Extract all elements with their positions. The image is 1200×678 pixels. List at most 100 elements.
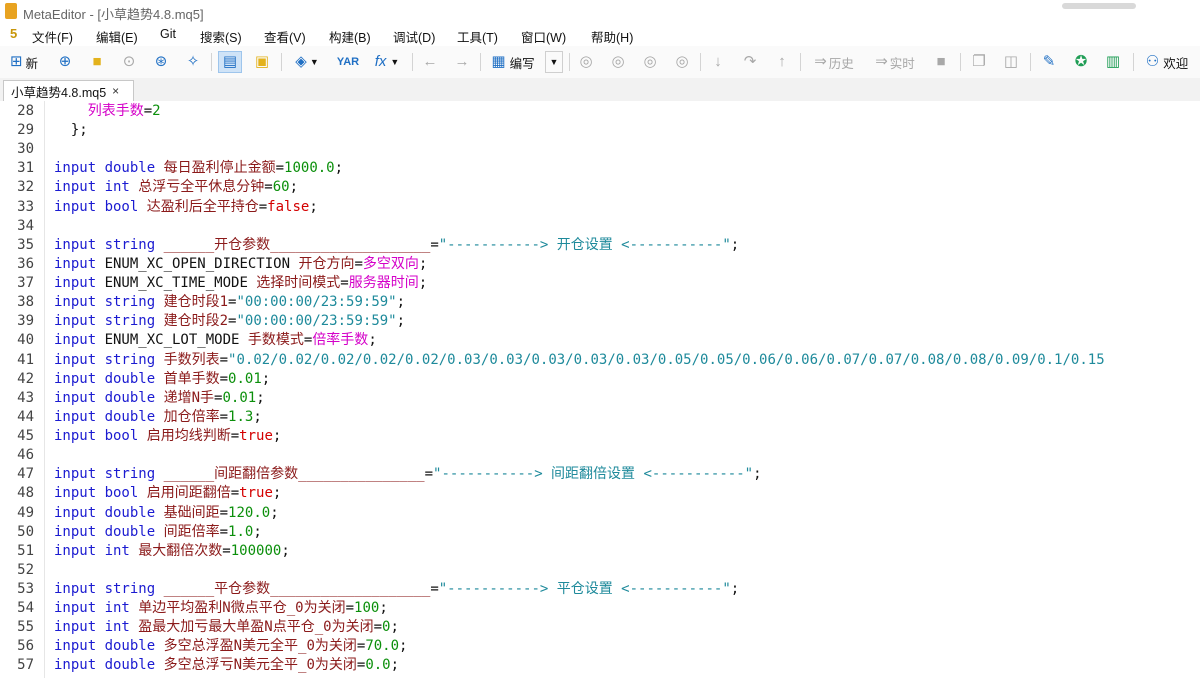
style-button[interactable]: YAR [336, 51, 360, 73]
code-line[interactable]: 46 [0, 446, 1200, 465]
code-line[interactable]: 32 input int 总浮亏全平休息分钟=60; [0, 178, 1200, 197]
code-line[interactable]: 51 input int 最大翻倍次数=100000; [0, 542, 1200, 561]
line-number: 41 [17, 351, 34, 368]
menu-build[interactable]: 构建(B) [329, 27, 371, 46]
toolbox-toggle[interactable]: ▣ [250, 51, 274, 73]
code-token: = [219, 370, 229, 387]
menu-file[interactable]: 文件(F) [32, 27, 73, 46]
code-line[interactable]: 39 input string 建仓时段2="00:00:00/23:59:59"… [0, 312, 1200, 331]
step-over-button[interactable]: ↷ [739, 51, 761, 73]
code-line[interactable]: 42 input double 首单手数=0.01; [0, 370, 1200, 389]
market-button[interactable]: ✪ [1069, 51, 1093, 73]
code-line[interactable]: 41 input string 手数列表="0.02/0.02/0.02/0.02… [0, 351, 1200, 370]
menu-search[interactable]: 搜索(S) [200, 27, 242, 46]
menu-view[interactable]: 查看(V) [264, 27, 306, 46]
code-token: string [104, 236, 164, 253]
start-real-button[interactable]: ◎ [575, 51, 597, 73]
copy-icon: ❐ [972, 53, 986, 70]
line-number: 34 [17, 217, 34, 234]
wizard-dropdown[interactable]: ◈ ▼ [288, 51, 326, 73]
new-button[interactable]: ⊞ 新 [5, 51, 43, 73]
code-line[interactable]: 56 input double 多空总浮盈N美元全平_0为关闭=70.0; [0, 637, 1200, 656]
step-out-button[interactable]: ↑ [771, 51, 793, 73]
step-into-button[interactable]: ↓ [707, 51, 729, 73]
welcome-button[interactable]: ⚇ 欢迎 [1140, 51, 1194, 73]
ai-assistant-button[interactable]: ✧ [182, 51, 204, 73]
new-tab-button[interactable]: ⊕ [54, 51, 76, 73]
title-scroll-indicator [1062, 3, 1136, 9]
code-token: 首单手数 [163, 370, 220, 387]
line-number: 45 [17, 428, 34, 445]
menu-window[interactable]: 窗口(W) [521, 27, 566, 46]
code-line[interactable]: 54 input int 单边平均盈利N微点平仓_0为关闭=100; [0, 599, 1200, 618]
code-line[interactable]: 36 input ENUM_XC_OPEN_DIRECTION 开仓方向=多空双向… [0, 255, 1200, 274]
code-line[interactable]: 34 [0, 217, 1200, 236]
code-line[interactable]: 35 input string ______开仓参数_______________… [0, 236, 1200, 255]
start-history-button[interactable]: ◎ [607, 51, 629, 73]
compile-button[interactable]: ▦ 编写 [487, 51, 539, 73]
code-line[interactable]: 30 [0, 140, 1200, 159]
code-line[interactable]: 55 input int 盈最大加亏最大单盈N点平仓_0为关闭=0; [0, 618, 1200, 637]
download-button[interactable]: ⊙ [118, 51, 140, 73]
code-line[interactable]: 47 input string ______间距翻倍参数_____________… [0, 465, 1200, 484]
history-button[interactable]: ⇒ 历史 [807, 51, 861, 73]
compile-dropdown[interactable]: ▼ [545, 51, 563, 73]
code-line[interactable]: 38 input string 建仓时段1="00:00:00/23:59:59"… [0, 293, 1200, 312]
code-line[interactable]: 52 [0, 561, 1200, 580]
code-token: string [104, 351, 164, 368]
code-token: ; [730, 581, 740, 597]
code-editor[interactable]: 28 列表手数=2 29 }; 30 31 input double 每日盈利停止金额=… [0, 101, 1200, 678]
code-line[interactable]: 53 input string ______平仓参数_______________… [0, 580, 1200, 599]
code-line[interactable]: 50 input double 间距倍率=1.0; [0, 523, 1200, 542]
menu-debug[interactable]: 调试(D) [393, 27, 435, 46]
line-number: 28 [17, 103, 34, 119]
pause-button[interactable]: ◎ [639, 51, 661, 73]
code-line[interactable]: 28 列表手数=2 [0, 102, 1200, 121]
function-dropdown[interactable]: fx ▼ [368, 51, 406, 73]
dropdown-arrow-icon: ▼ [309, 57, 319, 67]
stop-debug-button[interactable]: ■ [930, 51, 952, 73]
code-line[interactable]: 37 input ENUM_XC_TIME_MODE 选择时间模式=服务器时间; [0, 274, 1200, 293]
forward-button[interactable]: → [450, 51, 474, 73]
menu-tools[interactable]: 工具(T) [457, 27, 498, 46]
code-line[interactable]: 33 input bool 达盈利后全平持仓=false; [0, 198, 1200, 217]
code-line[interactable]: 49 input double 基础间距=120.0; [0, 504, 1200, 523]
code-text: input int 单边平均盈利N微点平仓_0为关闭=100; [54, 599, 388, 618]
code-token: input [54, 351, 105, 368]
code-line[interactable]: 45 input bool 启用均线判断=true; [0, 427, 1200, 446]
code-token: "00:00:00/23:59:59" [236, 313, 397, 330]
code-line[interactable]: 43 input double 递增N手=0.01; [0, 389, 1200, 408]
code-line[interactable]: 40 input ENUM_XC_LOT_MODE 手数模式=倍率手数; [0, 331, 1200, 350]
code-text: input string 手数列表="0.02/0.02/0.02/0.02/0… [54, 351, 1105, 370]
tab-file[interactable]: 小草趋势4.8.mq5 × [3, 80, 134, 101]
realtime-button[interactable]: ⇒ 实时 [868, 51, 922, 73]
toolbar-separator [1133, 53, 1134, 71]
open-button[interactable]: ■ [86, 51, 108, 73]
code-text: input int 总浮亏全平休息分钟=60; [54, 178, 298, 197]
copy-button[interactable]: ❐ [967, 51, 991, 73]
profiler-button[interactable]: ✎ [1037, 51, 1061, 73]
compare-button[interactable]: ◫ [999, 51, 1023, 73]
close-icon[interactable]: × [112, 84, 119, 98]
menu-help[interactable]: 帮助(H) [591, 27, 633, 46]
toolbar-separator [700, 53, 701, 71]
menu-git[interactable]: Git [160, 27, 176, 41]
code-line[interactable]: 29 }; [0, 121, 1200, 140]
code-line[interactable]: 31 input double 每日盈利停止金额=1000.0; [0, 159, 1200, 178]
code-token: input [54, 294, 105, 311]
code-token: input [54, 523, 105, 540]
back-button[interactable]: ← [418, 51, 442, 73]
code-line[interactable]: 48 input bool 启用间距翻倍=true; [0, 484, 1200, 503]
line-number: 46 [17, 447, 34, 464]
navigator-toggle[interactable]: ▤ [218, 51, 242, 73]
charts-button[interactable]: ▥ [1101, 51, 1125, 73]
code-line[interactable]: 44 input double 加仓倍率=1.3; [0, 408, 1200, 427]
code-token: "0.02/0.02/0.02/0.02/0.02/0.03/0.03/0.03… [228, 351, 1105, 368]
code-token: 多空总浮亏N美元全平_0为关闭 [163, 657, 357, 674]
save-button[interactable]: ⊛ [150, 51, 172, 73]
code-token: ; [261, 370, 271, 387]
compile-icon: ▦ [491, 53, 506, 70]
code-line[interactable]: 57 input double 多空总浮亏N美元全平_0为关闭=0.0; [0, 656, 1200, 675]
stop-button[interactable]: ◎ [671, 51, 693, 73]
menu-edit[interactable]: 编辑(E) [96, 27, 138, 46]
